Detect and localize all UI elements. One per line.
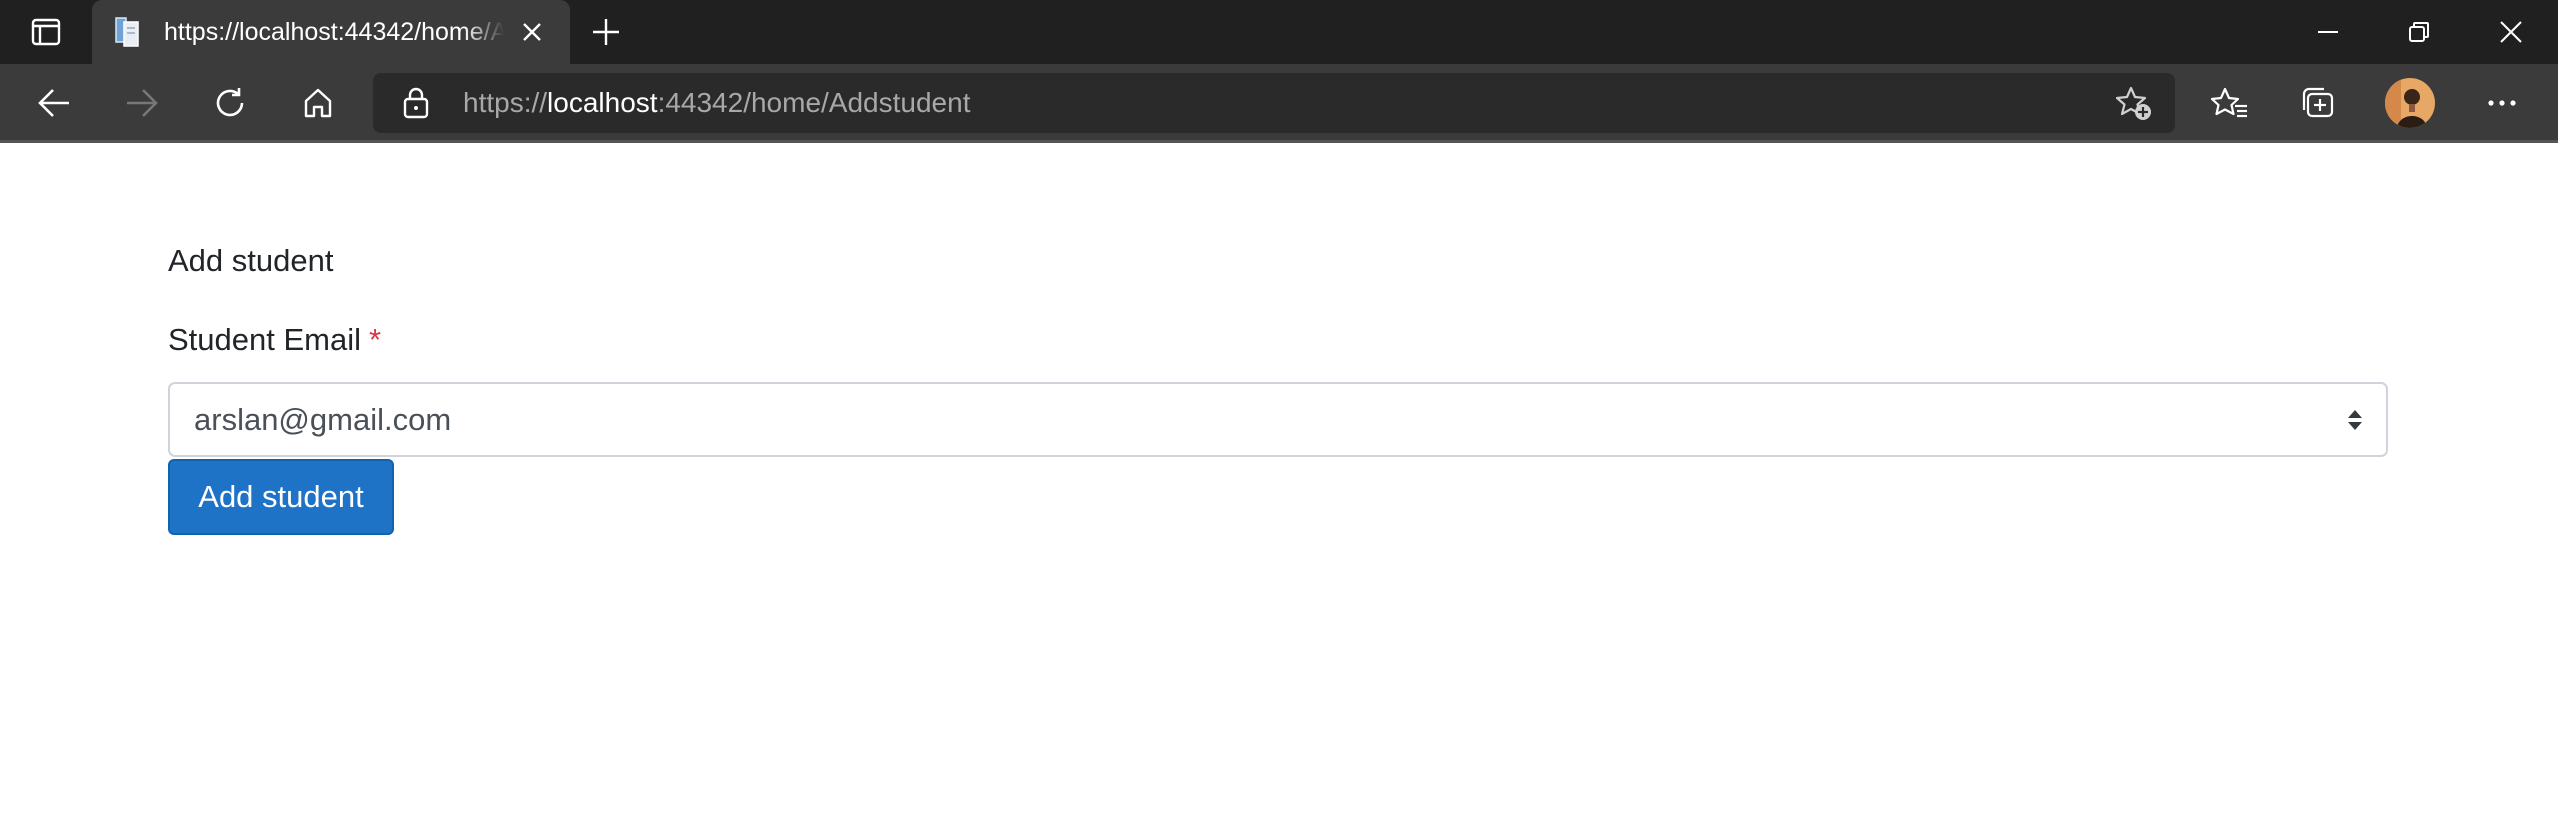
new-tab-button[interactable] (584, 12, 628, 52)
student-email-select[interactable]: arslan@gmail.com (168, 382, 2388, 457)
url-scheme: https:// (463, 87, 548, 118)
lock-icon[interactable] (401, 87, 431, 119)
window-close-button[interactable] (2466, 0, 2556, 64)
url-path: :44342/home/Addstudent (657, 87, 971, 118)
add-favorite-icon[interactable] (2115, 85, 2153, 121)
page-favicon-icon (115, 17, 139, 47)
student-email-label-text: Student Email (168, 322, 361, 357)
page-content: Add student Student Email * arslan@gmail.… (0, 143, 2558, 827)
refresh-icon (216, 88, 244, 117)
select-arrows-icon (2348, 410, 2362, 430)
forward-button[interactable] (112, 74, 172, 132)
required-marker: * (369, 322, 382, 357)
browser-tab-strip: https://localhost:44342/home/Addstudent (0, 0, 2558, 64)
profile-avatar[interactable] (2385, 78, 2435, 128)
more-menu-button[interactable] (2472, 74, 2532, 132)
forward-arrow-icon (127, 89, 158, 117)
avatar-icon (2385, 78, 2435, 128)
back-arrow-icon (38, 89, 69, 117)
tab-close-button[interactable] (514, 14, 550, 50)
close-icon (2500, 21, 2522, 43)
student-email-label: Student Email * (168, 322, 381, 358)
plus-icon (593, 19, 619, 45)
restore-icon (2409, 22, 2429, 42)
add-student-button[interactable]: Add student (168, 459, 394, 535)
student-email-selected-value: arslan@gmail.com (194, 402, 452, 437)
more-icon (2488, 100, 2516, 106)
back-button[interactable] (24, 74, 84, 132)
minimize-icon (2318, 31, 2338, 33)
address-bar[interactable]: https://localhost:44342/home/Addstudent (373, 73, 2175, 133)
close-icon (523, 23, 541, 41)
restore-button[interactable] (2374, 0, 2464, 64)
tab-title: https://localhost:44342/home/Addstudent (164, 18, 504, 46)
favorites-icon (2211, 87, 2247, 118)
home-button[interactable] (288, 74, 348, 132)
tab-actions-icon (31, 18, 61, 46)
favorites-button[interactable] (2200, 74, 2260, 132)
home-icon (304, 88, 332, 118)
browser-toolbar: https://localhost:44342/home/Addstudent (0, 64, 2558, 142)
url-host: localhost (547, 87, 658, 118)
active-tab[interactable]: https://localhost:44342/home/Addstudent (92, 0, 570, 64)
collections-button[interactable] (2288, 74, 2348, 132)
minimize-button[interactable] (2283, 0, 2373, 64)
page-title: Add student (168, 243, 334, 278)
collections-icon (2302, 87, 2334, 118)
tab-actions-button[interactable] (0, 0, 92, 64)
address-url[interactable]: https://localhost:44342/home/Addstudent (463, 73, 970, 133)
refresh-button[interactable] (200, 74, 260, 132)
